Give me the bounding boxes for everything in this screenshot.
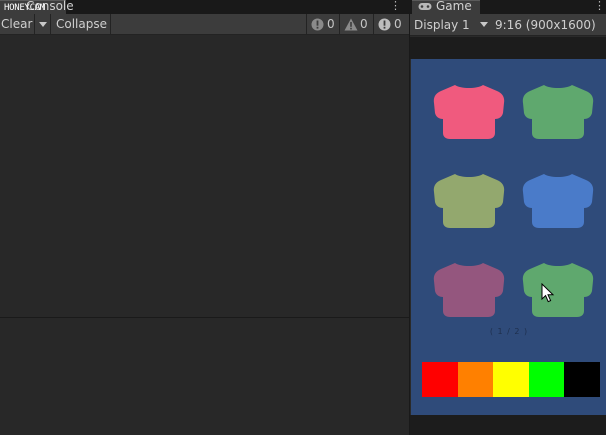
display-dropdown-icon[interactable]	[480, 22, 488, 27]
color-swatch[interactable]	[528, 362, 565, 397]
console-toolbar: Clear Collapse 0 0 0	[0, 14, 409, 35]
game-menu-icon[interactable]: ⋮	[594, 0, 605, 12]
display-dropdown-label[interactable]: Display 1	[414, 14, 470, 36]
game-tab-title: Game	[436, 0, 472, 13]
clear-options-dropdown[interactable]	[35, 14, 51, 35]
game-viewport[interactable]: ( 1 / 2 )	[411, 59, 606, 415]
shirt-item[interactable]	[522, 261, 594, 317]
shirt-item[interactable]	[433, 83, 505, 139]
collapse-button-label: Collapse	[56, 17, 107, 31]
shirt-item[interactable]	[433, 261, 505, 317]
shirt-item[interactable]	[433, 172, 505, 228]
game-panel: Game ⋮ Display 1 9:16 (900x1600) ( 1 / 2…	[409, 0, 606, 435]
shirt-icon	[433, 174, 505, 228]
console-log-list[interactable]	[0, 36, 409, 317]
color-swatch[interactable]	[564, 362, 600, 397]
collapse-button[interactable]: Collapse	[51, 14, 111, 35]
page-indicator: ( 1 / 2 )	[489, 327, 529, 336]
shirt-icon	[522, 85, 594, 139]
shirt-item[interactable]	[522, 172, 594, 228]
tab-game[interactable]: Game	[412, 0, 480, 14]
error-toggle[interactable]: 0	[373, 14, 409, 35]
info-toggle[interactable]: 0	[306, 14, 338, 35]
clear-button[interactable]: Clear	[0, 14, 35, 35]
console-panel: Console HONEYCAM ⋮ Clear Collapse 0 0 0	[0, 0, 409, 435]
shirt-icon	[433, 263, 505, 317]
color-swatch[interactable]	[457, 362, 494, 397]
console-detail-area[interactable]	[0, 318, 409, 435]
mouse-cursor-icon	[541, 283, 555, 303]
resolution-dropdown-label[interactable]: 9:16 (900x1600)	[495, 14, 596, 36]
warning-icon	[344, 18, 358, 31]
error-count: 0	[394, 17, 402, 31]
clear-button-label: Clear	[1, 17, 33, 31]
gamepad-icon	[418, 3, 432, 10]
game-view-letterbox	[410, 37, 606, 59]
shirt-icon	[433, 85, 505, 139]
honeycam-watermark: HONEYCAM	[4, 3, 45, 13]
info-icon	[311, 18, 324, 31]
error-icon	[378, 18, 391, 31]
info-count: 0	[327, 17, 335, 31]
warning-toggle[interactable]: 0	[339, 14, 372, 35]
shirt-icon	[522, 174, 594, 228]
color-swatch[interactable]	[493, 362, 529, 397]
warning-count: 0	[360, 17, 368, 31]
shirt-item[interactable]	[522, 83, 594, 139]
color-swatch[interactable]	[422, 362, 458, 397]
game-view-letterbox-bottom	[410, 415, 606, 435]
color-palette	[422, 362, 600, 397]
console-tab-bar: Console HONEYCAM ⋮	[0, 0, 409, 14]
game-tab-bar: Game ⋮	[410, 0, 606, 14]
game-toolbar: Display 1 9:16 (900x1600)	[410, 14, 606, 36]
shirt-icon	[522, 263, 594, 317]
console-menu-icon[interactable]: ⋮	[390, 0, 401, 12]
